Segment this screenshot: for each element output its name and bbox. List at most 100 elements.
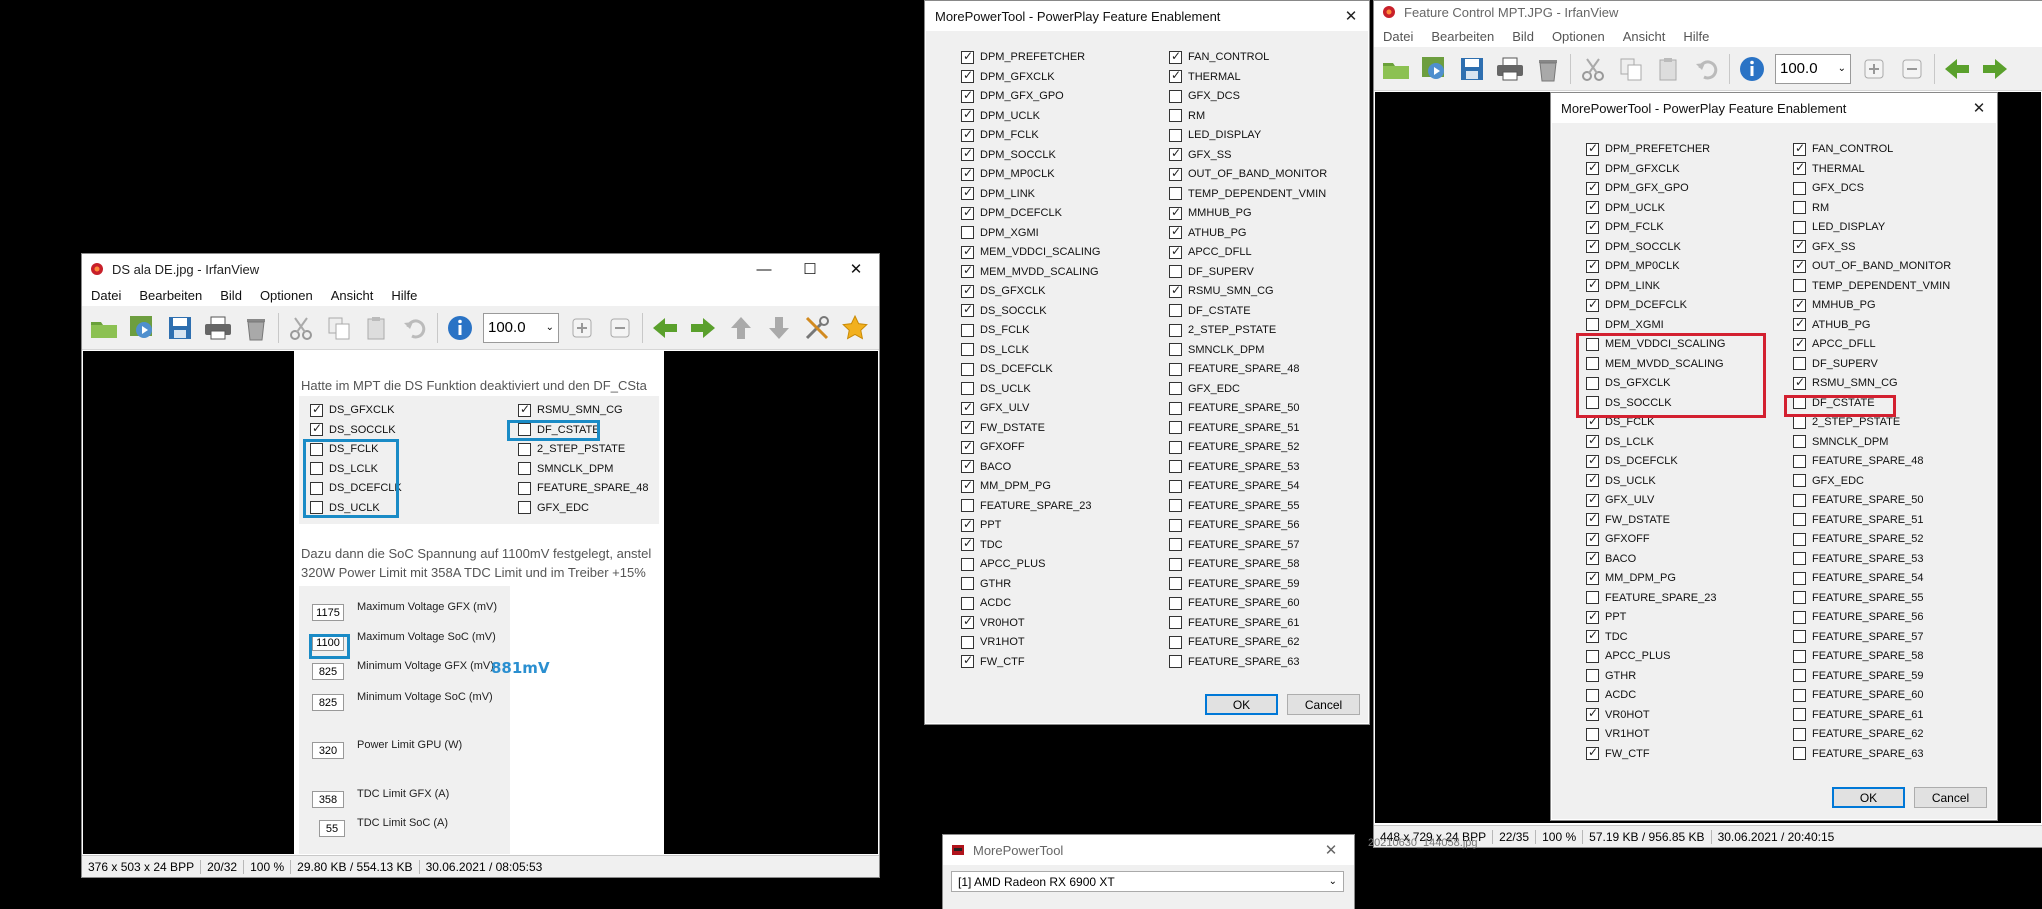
checkbox[interactable] xyxy=(1169,304,1182,317)
checkbox[interactable] xyxy=(1793,688,1806,702)
checkbox[interactable] xyxy=(310,421,323,436)
down-icon[interactable] xyxy=(760,310,798,346)
menu-ansicht[interactable]: Ansicht xyxy=(1614,29,1675,44)
checkbox[interactable] xyxy=(1169,538,1182,551)
checkbox[interactable] xyxy=(1169,362,1182,376)
delete-icon[interactable] xyxy=(1529,51,1567,87)
checkbox[interactable] xyxy=(1793,669,1806,682)
checkbox[interactable] xyxy=(1793,336,1806,351)
checkbox[interactable] xyxy=(1586,219,1599,234)
checkbox[interactable] xyxy=(1169,382,1182,395)
checkbox[interactable] xyxy=(1586,669,1599,682)
feature-checkbox-apcc-plus[interactable]: APCC_PLUS xyxy=(1586,648,1670,664)
checkbox[interactable] xyxy=(1586,141,1599,156)
feature-checkbox-feature-spare-55[interactable]: FEATURE_SPARE_55 xyxy=(1793,590,1923,606)
checkbox[interactable] xyxy=(1169,224,1182,239)
feature-checkbox-feature-spare-48[interactable]: FEATURE_SPARE_48 xyxy=(1793,453,1923,469)
feature-checkbox-out-of-band-monitor[interactable]: OUT_OF_BAND_MONITOR xyxy=(1169,166,1327,182)
feature-checkbox-feature-spare-50[interactable]: FEATURE_SPARE_50 xyxy=(1793,492,1923,508)
feature-checkbox-feature-spare-52[interactable]: FEATURE_SPARE_52 xyxy=(1793,531,1923,547)
feature-checkbox-rsmu-smn-cg[interactable]: RSMU_SMN_CG xyxy=(1793,375,1898,391)
feature-checkbox-ds-gfxclk[interactable]: DS_GFXCLK xyxy=(961,283,1045,299)
feature-checkbox-vr0hot[interactable]: VR0HOT xyxy=(961,614,1025,631)
checkbox[interactable] xyxy=(961,146,974,161)
print-icon[interactable] xyxy=(199,310,237,346)
checkbox[interactable] xyxy=(961,88,974,103)
feature-checkbox-mem-mvdd-scaling[interactable]: MEM_MVDD_SCALING xyxy=(961,263,1099,280)
cut-icon[interactable] xyxy=(1574,51,1612,87)
checkbox[interactable] xyxy=(961,382,974,395)
feature-checkbox-feature-spare-48[interactable]: FEATURE_SPARE_48 xyxy=(518,480,648,496)
menu-optionen[interactable]: Optionen xyxy=(1543,29,1614,44)
title-bar[interactable]: MorePowerTool ✕ xyxy=(943,835,1354,865)
feature-checkbox-gfx-edc[interactable]: GFX_EDC xyxy=(518,500,589,516)
checkbox[interactable] xyxy=(1586,727,1599,741)
cut-icon[interactable] xyxy=(282,310,320,346)
feature-checkbox-feature-spare-51[interactable]: FEATURE_SPARE_51 xyxy=(1793,512,1923,528)
feature-checkbox-rm[interactable]: RM xyxy=(1169,108,1205,124)
checkbox[interactable] xyxy=(1586,706,1599,721)
checkbox[interactable] xyxy=(1586,550,1599,565)
checkbox[interactable] xyxy=(518,462,531,475)
checkbox[interactable] xyxy=(961,127,974,142)
menu-bild[interactable]: Bild xyxy=(211,288,251,303)
feature-checkbox-df-superv[interactable]: DF_SUPERV xyxy=(1169,264,1254,280)
feature-checkbox-ds-uclk[interactable]: DS_UCLK xyxy=(1586,472,1656,489)
chevron-down-icon[interactable]: ⌄ xyxy=(1838,63,1846,74)
checkbox[interactable] xyxy=(1169,49,1182,64)
checkbox[interactable] xyxy=(1586,277,1599,292)
checkbox[interactable] xyxy=(1586,180,1599,195)
checkbox[interactable] xyxy=(1169,109,1182,122)
feature-checkbox-feature-spare-57[interactable]: FEATURE_SPARE_57 xyxy=(1169,537,1299,553)
up-icon[interactable] xyxy=(722,310,760,346)
checkbox[interactable] xyxy=(1586,591,1599,604)
menu-hilfe[interactable]: Hilfe xyxy=(1674,29,1718,44)
checkbox[interactable] xyxy=(961,400,974,415)
feature-checkbox-gthr[interactable]: GTHR xyxy=(961,576,1011,592)
feature-checkbox-smnclk-dpm[interactable]: SMNCLK_DPM xyxy=(1169,342,1264,358)
checkbox[interactable] xyxy=(961,653,974,668)
checkbox[interactable] xyxy=(1793,160,1806,175)
feature-checkbox-dpm-fclk[interactable]: DPM_FCLK xyxy=(1586,219,1664,235)
feature-checkbox-ds-lclk[interactable]: DS_LCLK xyxy=(961,342,1029,358)
feature-checkbox-dpm-prefetcher[interactable]: DPM_PREFETCHER xyxy=(961,49,1085,65)
checkbox[interactable] xyxy=(1586,531,1599,546)
feature-checkbox-2-step-pstate[interactable]: 2_STEP_PSTATE xyxy=(518,441,625,457)
feature-checkbox-dpm-gfxclk[interactable]: DPM_GFXCLK xyxy=(961,68,1055,85)
feature-checkbox-dpm-fclk[interactable]: DPM_FCLK xyxy=(961,127,1039,143)
feature-checkbox-feature-spare-59[interactable]: FEATURE_SPARE_59 xyxy=(1169,576,1299,592)
feature-checkbox-mm-dpm-pg[interactable]: MM_DPM_PG xyxy=(1586,570,1676,586)
checkbox[interactable] xyxy=(1169,499,1182,512)
paste-icon[interactable] xyxy=(1650,51,1688,87)
checkbox[interactable] xyxy=(961,362,974,376)
feature-checkbox-feature-spare-54[interactable]: FEATURE_SPARE_54 xyxy=(1169,478,1299,494)
next-icon[interactable] xyxy=(1976,51,2014,87)
feature-checkbox-ds-socclk[interactable]: DS_SOCCLK xyxy=(310,421,396,438)
checkbox[interactable] xyxy=(1169,89,1182,103)
feature-checkbox-temp-dependent-vmin[interactable]: TEMP_DEPENDENT_VMIN xyxy=(1169,186,1326,202)
checkbox[interactable] xyxy=(1586,745,1599,760)
feature-checkbox-out-of-band-monitor[interactable]: OUT_OF_BAND_MONITOR xyxy=(1793,258,1951,274)
feature-checkbox-dpm-uclk[interactable]: DPM_UCLK xyxy=(961,107,1040,124)
checkbox[interactable] xyxy=(1586,160,1599,175)
feature-checkbox-dpm-xgmi[interactable]: DPM_XGMI xyxy=(1586,317,1664,333)
checkbox[interactable] xyxy=(1793,279,1806,292)
feature-checkbox-feature-spare-58[interactable]: FEATURE_SPARE_58 xyxy=(1793,648,1923,664)
zoom-in-icon[interactable] xyxy=(1855,51,1893,87)
checkbox[interactable] xyxy=(961,166,974,181)
menu-ansicht[interactable]: Ansicht xyxy=(322,288,383,303)
feature-checkbox-fw-dstate[interactable]: FW_DSTATE xyxy=(1586,511,1670,528)
checkbox[interactable] xyxy=(1586,511,1599,526)
maximize-button[interactable]: ☐ xyxy=(787,254,833,284)
feature-checkbox-temp-dependent-vmin[interactable]: TEMP_DEPENDENT_VMIN xyxy=(1793,278,1950,294)
checkbox[interactable] xyxy=(1793,610,1806,624)
feature-checkbox-acdc[interactable]: ACDC xyxy=(961,595,1011,611)
checkbox[interactable] xyxy=(1793,375,1806,390)
checkbox[interactable] xyxy=(1169,265,1182,278)
checkbox[interactable] xyxy=(961,439,974,454)
feature-checkbox-tdc[interactable]: TDC xyxy=(1586,628,1628,645)
feature-checkbox-df-cstate[interactable]: DF_CSTATE xyxy=(1169,303,1251,319)
checkbox[interactable] xyxy=(961,577,974,590)
copy-icon[interactable] xyxy=(1612,51,1650,87)
open-icon[interactable] xyxy=(85,310,123,346)
